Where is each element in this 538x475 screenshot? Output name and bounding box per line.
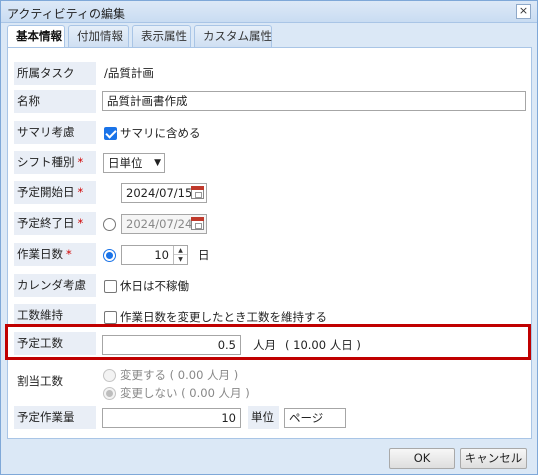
keep-effort-checkbox[interactable] (104, 311, 117, 324)
calendar-consider-label: カレンダ考慮 (14, 274, 96, 297)
title-bar: アクティビティの編集 × (1, 1, 537, 23)
allocated-effort-label: 割当工数 (14, 367, 96, 395)
work-days-label: 作業日数 * (14, 243, 96, 266)
tab-basic-info[interactable]: 基本情報 (7, 25, 65, 48)
dialog-title: アクティビティの編集 (7, 7, 125, 21)
start-date-label: 予定開始日 * (14, 181, 96, 204)
chevron-down-icon: ▼ (154, 158, 161, 168)
stepper[interactable]: ▲ ▼ (173, 246, 187, 264)
start-date-input[interactable]: 2024/07/15 (121, 183, 207, 203)
name-input[interactable]: 品質計画書作成 (102, 91, 526, 111)
allocate-change-radio[interactable] (103, 369, 116, 382)
summary-checkbox-label: サマリに含める (120, 126, 201, 140)
tab-additional-info[interactable]: 付加情報 (68, 25, 129, 47)
stepper-up-icon[interactable]: ▲ (174, 246, 187, 255)
calendar-icon[interactable] (191, 217, 204, 230)
allocate-nochange-radio[interactable] (103, 387, 116, 400)
allocate-change-label: 変更する ( 0.00 人月 ) (120, 368, 239, 382)
work-days-input[interactable]: 10 ▲ ▼ (121, 245, 188, 265)
stepper-down-icon[interactable]: ▼ (174, 255, 187, 264)
shift-type-select[interactable]: 日単位 ▼ (103, 153, 165, 173)
summary-label: サマリ考慮 (14, 121, 96, 144)
work-days-unit: 日 (198, 248, 210, 262)
parent-task-value: /品質計画 (104, 66, 154, 80)
activity-edit-dialog: アクティビティの編集 × 基本情報 付加情報 表示属性 カスタム属性 所属タスク… (0, 0, 538, 475)
unit-input[interactable]: ページ (284, 408, 346, 428)
end-date-input[interactable]: 2024/07/24 (121, 214, 207, 234)
work-days-radio[interactable] (103, 249, 116, 262)
tab-custom-attributes[interactable]: カスタム属性 (194, 25, 272, 47)
calendar-icon[interactable] (191, 186, 204, 199)
cancel-button[interactable]: キャンセル (460, 448, 527, 469)
holiday-checkbox-label: 休日は不稼働 (120, 279, 189, 293)
end-date-value: 2024/07/24 (126, 217, 193, 231)
unit-label: 単位 (248, 406, 279, 429)
name-label: 名称 (14, 90, 96, 113)
highlight-frame (5, 324, 531, 360)
allocate-nochange-label: 変更しない ( 0.00 人月 ) (120, 386, 250, 400)
planned-volume-input[interactable]: 10 (102, 408, 241, 428)
end-date-radio[interactable] (103, 218, 116, 231)
shift-type-label: シフト種別 * (14, 151, 96, 174)
parent-task-label: 所属タスク (14, 62, 96, 85)
close-button[interactable]: × (516, 4, 531, 19)
end-date-label: 予定終了日 * (14, 212, 96, 235)
ok-button[interactable]: OK (389, 448, 455, 469)
holiday-checkbox[interactable] (104, 280, 117, 293)
start-date-value: 2024/07/15 (126, 186, 193, 200)
planned-volume-label: 予定作業量 (14, 406, 96, 429)
summary-checkbox[interactable] (104, 127, 117, 140)
shift-type-value: 日単位 (108, 156, 143, 170)
tab-display-attributes[interactable]: 表示属性 (132, 25, 191, 47)
work-days-value: 10 (154, 248, 169, 262)
